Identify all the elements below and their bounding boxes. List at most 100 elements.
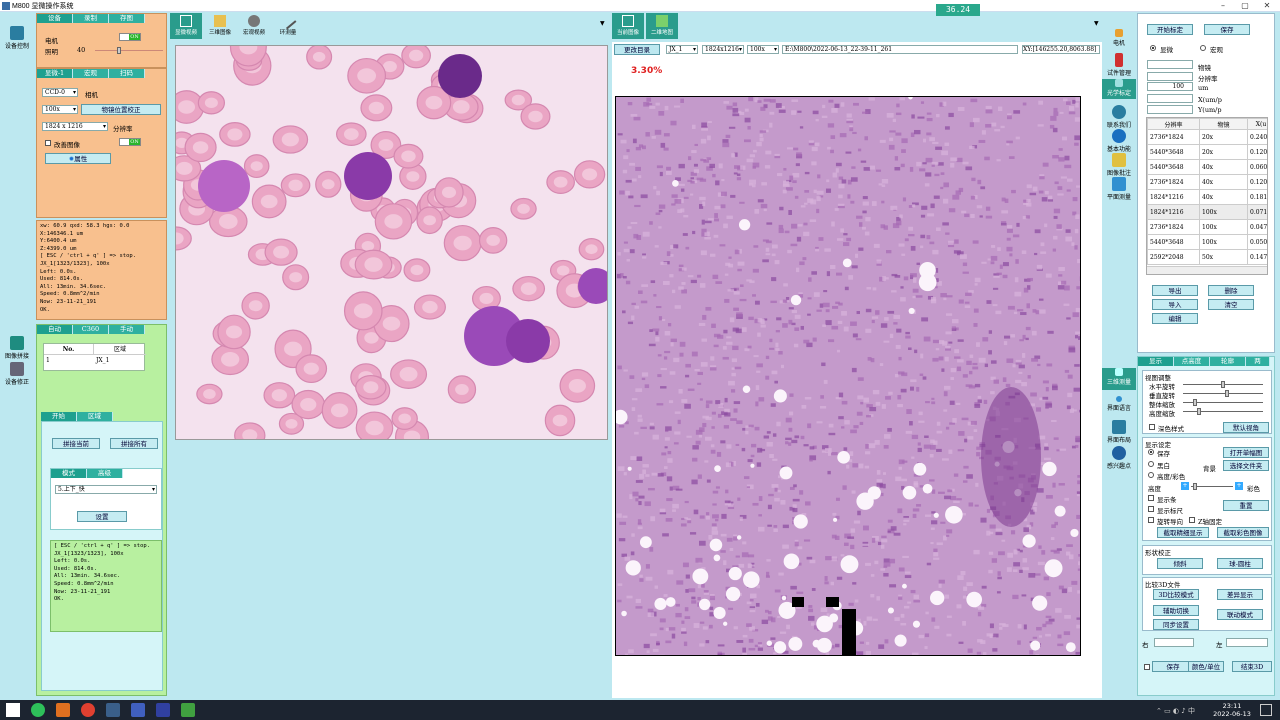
m800-app-icon[interactable]: [106, 703, 120, 717]
tab-point-height[interactable]: 点高度: [1174, 357, 1210, 366]
table-row[interactable]: 1824*1216 100x 0.071: [1147, 204, 1267, 220]
table-cell[interactable]: 0.060: [1247, 159, 1267, 175]
diff-display-button[interactable]: 差异显示: [1217, 589, 1263, 600]
slider-knob[interactable]: [1193, 483, 1197, 490]
tool-2d-map[interactable]: 二维地图: [646, 13, 678, 39]
resolution-select[interactable]: 1824 x 1216: [42, 122, 108, 131]
nav-layout[interactable]: 界面布局: [1102, 420, 1136, 444]
nav-device-control[interactable]: 设备控制: [0, 26, 34, 50]
close-button[interactable]: ✕: [1256, 0, 1278, 12]
height-plus-button[interactable]: +: [1235, 482, 1243, 490]
table-row[interactable]: 1824*1216 40x 0.181: [1147, 189, 1267, 205]
tab-start[interactable]: 开始: [41, 412, 77, 421]
mode-select[interactable]: 5.上下_快: [55, 485, 157, 494]
import-button[interactable]: 导入: [1152, 299, 1198, 310]
change-dir-button[interactable]: 更改目录: [614, 44, 660, 55]
tool-micro-video[interactable]: 显微视频: [170, 13, 202, 39]
table-row[interactable]: 2736*1824 100x 0.047: [1147, 219, 1267, 235]
nav-optical-calib[interactable]: 光学标定: [1102, 79, 1136, 99]
slider-knob[interactable]: [1225, 390, 1229, 397]
table-cell[interactable]: 0.050: [1247, 234, 1267, 250]
dark-style-checkbox[interactable]: [1149, 424, 1155, 430]
col-objective[interactable]: 物镜: [1199, 118, 1248, 130]
tab-micro[interactable]: 显微-1: [37, 69, 73, 78]
nav-device-fix[interactable]: 设备修正: [0, 362, 34, 386]
improve-checkbox[interactable]: [45, 140, 51, 146]
light-slider[interactable]: [95, 47, 163, 54]
magnification-select[interactable]: 100x: [747, 45, 779, 54]
start-icon[interactable]: [6, 703, 20, 717]
radio-macro[interactable]: [1200, 45, 1206, 51]
improve-toggle[interactable]: ON: [119, 138, 141, 146]
table-cell[interactable]: 2736*1824: [1147, 174, 1200, 190]
table-cell[interactable]: 100x: [1199, 234, 1248, 250]
nav-annotate[interactable]: 图像批注: [1102, 153, 1136, 177]
resolution-field[interactable]: [1147, 72, 1193, 81]
tissue-map-image[interactable]: [615, 96, 1081, 656]
table-cell[interactable]: 100x: [1199, 219, 1248, 235]
edit-button[interactable]: 编辑: [1152, 313, 1198, 324]
nav-3d-measure[interactable]: 三维测量: [1102, 368, 1136, 390]
link-mode-button[interactable]: 联动模式: [1217, 609, 1263, 620]
crop-fine-button[interactable]: 截取精细显示: [1157, 527, 1209, 538]
app-save-icon[interactable]: [156, 703, 170, 717]
tab-device[interactable]: 设备: [37, 14, 73, 23]
end-3d-button[interactable]: 结束3D: [1232, 661, 1272, 672]
tab-profile[interactable]: 轮廓: [1210, 357, 1246, 366]
path-field[interactable]: E:\M800\2022-06-13_22-39-11_261: [782, 45, 1018, 54]
maximize-button[interactable]: ▢: [1234, 0, 1256, 12]
table-cell[interactable]: 20x: [1199, 144, 1248, 160]
tab-advanced[interactable]: 高级: [87, 469, 123, 478]
table-cell[interactable]: 0.071: [1247, 204, 1267, 220]
rotate-guide-checkbox[interactable]: [1148, 517, 1154, 523]
radio-micro[interactable]: [1150, 45, 1156, 51]
col-resolution[interactable]: 分辨率: [1147, 118, 1200, 130]
tab-save[interactable]: 存图: [109, 14, 145, 23]
clear-button[interactable]: 清空: [1208, 299, 1254, 310]
assist-switch-button[interactable]: 辅助切换: [1153, 605, 1199, 616]
table-cell[interactable]: 2736*1824: [1147, 219, 1200, 235]
h-rotate-slider[interactable]: [1183, 381, 1263, 388]
height-scale-slider[interactable]: [1183, 408, 1263, 415]
tray-icons[interactable]: ⌃ ▭ ◐ ♪ 中: [1156, 706, 1216, 715]
export-button[interactable]: 导出: [1152, 285, 1198, 296]
x-field[interactable]: [1147, 94, 1193, 103]
tab-two[interactable]: 两: [1246, 357, 1270, 366]
um-field[interactable]: 100: [1147, 82, 1193, 91]
color-unit-button[interactable]: 颜色/单位: [1188, 661, 1224, 672]
table-row[interactable]: 2736*1824 40x 0.120: [1147, 174, 1267, 190]
sphere-cylinder-button[interactable]: 球-圆柱: [1217, 558, 1263, 569]
nav-specimen[interactable]: 试件管理: [1102, 53, 1136, 77]
set-button[interactable]: 设置: [77, 511, 127, 522]
delete-button[interactable]: 删除: [1208, 285, 1254, 296]
clock[interactable]: 23:11 2022-06-13: [1212, 702, 1252, 718]
save-calib-button[interactable]: 保存: [1204, 24, 1250, 35]
stitch-all-button[interactable]: 拼接所有: [110, 438, 158, 449]
open-single-button[interactable]: 打开单幅图: [1223, 447, 1269, 458]
show-ruler-checkbox[interactable]: [1148, 506, 1154, 512]
save-checkbox[interactable]: [1144, 664, 1150, 670]
app-orange-icon[interactable]: [56, 703, 70, 717]
region-select[interactable]: JX_1: [666, 45, 698, 54]
slider-knob[interactable]: [117, 47, 121, 54]
nav-plane-measure[interactable]: 平面测量: [1102, 177, 1136, 201]
table-cell[interactable]: 1824*1216: [1147, 189, 1200, 205]
table-cell[interactable]: 0.147: [1247, 249, 1267, 265]
slider-knob[interactable]: [1193, 399, 1197, 406]
table-cell[interactable]: 0.240: [1247, 129, 1267, 145]
microscope-image[interactable]: [175, 45, 608, 440]
minimize-button[interactable]: –: [1212, 0, 1234, 12]
tab-display[interactable]: 显示: [1138, 357, 1174, 366]
table-cell[interactable]: 40x: [1199, 159, 1248, 175]
motor-toggle[interactable]: ON: [119, 33, 141, 41]
height-minus-button[interactable]: +: [1181, 482, 1189, 490]
app-blue-icon[interactable]: [131, 703, 145, 717]
table-cell[interactable]: 1824*1216: [1147, 204, 1200, 220]
reset-button[interactable]: 重置: [1223, 500, 1269, 511]
cell-no[interactable]: 1: [46, 357, 50, 364]
table-hscroll[interactable]: [1147, 266, 1267, 274]
right-file-field[interactable]: [1154, 638, 1194, 647]
cell-region[interactable]: JX_1: [96, 357, 110, 364]
table-cell[interactable]: 0.047: [1247, 219, 1267, 235]
nav-poi[interactable]: 感兴趣点: [1102, 446, 1136, 470]
